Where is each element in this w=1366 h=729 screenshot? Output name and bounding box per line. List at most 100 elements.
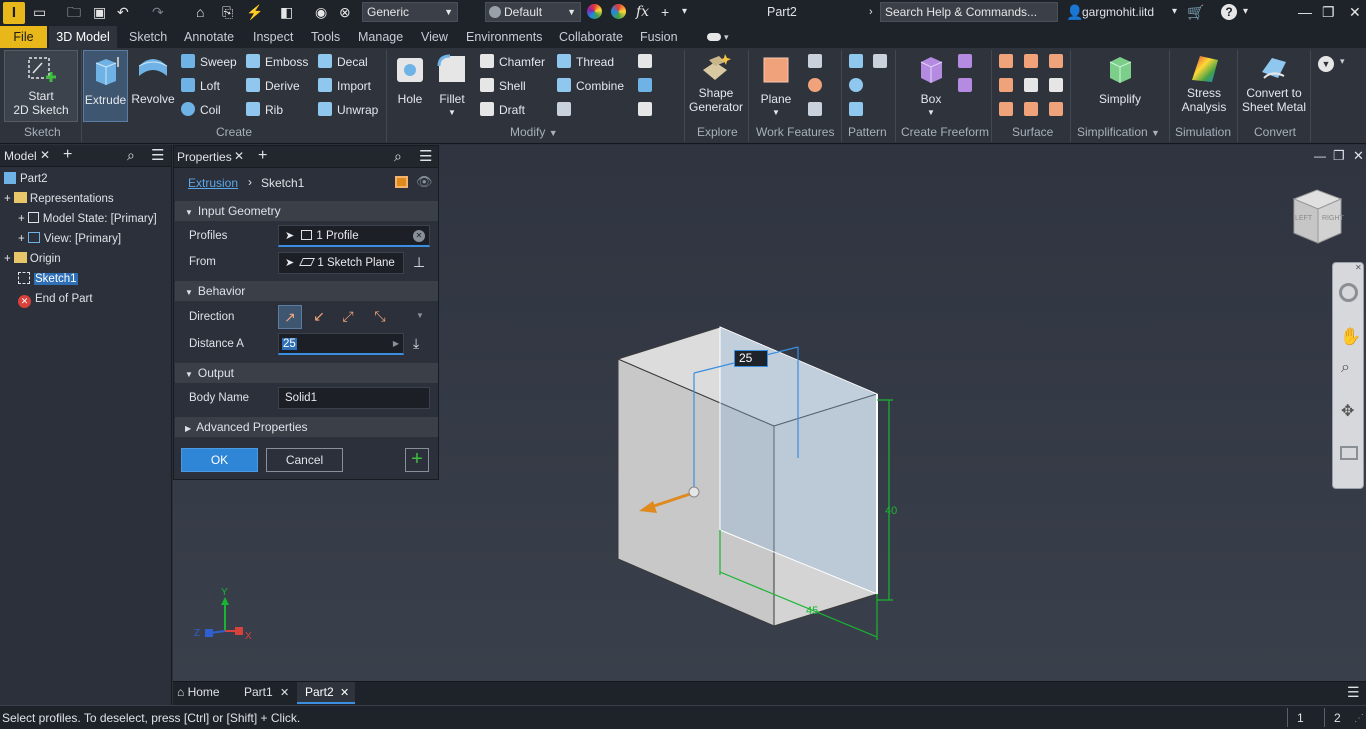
appearance-toggle-icon[interactable]: ◉ [315,4,327,20]
help-chevron-icon[interactable]: ▾ [1243,4,1248,20]
close-window-icon[interactable]: ✕ [1349,4,1361,20]
sculpt-button[interactable] [999,102,1018,118]
measure-icon[interactable]: ⎘ [222,4,233,20]
start-2d-sketch-button[interactable]: Start 2D Sketch [4,50,78,122]
doc-tab-part1[interactable]: Part1 ✕ [244,685,289,699]
customize-icon[interactable]: ▾ [682,4,687,20]
distance-a-input[interactable]: 25 ▶ [278,333,404,355]
tab-view[interactable]: View [421,29,448,45]
convert-sheet-metal-button[interactable]: Convert to Sheet Metal [1240,50,1308,122]
doc-tab-part2[interactable]: Part2 ✕ [297,682,355,704]
cancel-button[interactable]: Cancel [266,448,343,472]
tab-fusion[interactable]: Fusion [640,29,678,45]
look-at-icon[interactable] [1340,446,1358,460]
tree-item-origin[interactable]: + Origin [4,252,61,266]
steering-wheel-icon[interactable] [1339,283,1358,302]
distance-arrow-icon[interactable]: ▶ [393,334,399,354]
new-file-icon[interactable]: ▭ [33,4,46,20]
extrude-button[interactable]: Extrude [83,50,128,122]
app-logo[interactable]: I [3,2,25,24]
search-icon[interactable]: ⌕ [127,147,135,164]
coil-button[interactable]: Coil [181,102,221,118]
direction-flipped-button[interactable]: ↙ [307,305,331,329]
orbit-icon[interactable]: ✥ [1341,401,1354,421]
restore-icon[interactable]: ❐ [1322,4,1335,20]
add-tab-icon[interactable]: + [258,147,267,165]
redo-icon[interactable]: ↷ [152,4,164,20]
appearance-dropdown[interactable]: Generic ▼ [362,2,458,22]
cart-icon[interactable]: 🛒 [1187,4,1204,20]
direction-symmetric-button[interactable]: ⤢ [336,305,360,329]
plane-button[interactable]: Plane ▼ [754,50,798,122]
user-chevron-icon[interactable]: ▾ [1172,4,1177,20]
nav-close-icon[interactable]: ✕ [1355,263,1362,272]
patch-button[interactable] [1024,54,1043,70]
material-dropdown[interactable]: Default ▼ [485,2,581,22]
resize-grip-icon[interactable]: ⋰ [1354,713,1364,724]
modify-chevron-icon[interactable]: ▼ [549,128,558,138]
add-icon[interactable]: + [661,4,669,20]
replace-face-button[interactable] [1049,78,1068,94]
menu-icon[interactable]: ☰ [151,146,164,164]
ok-button[interactable]: OK [181,448,258,472]
add-tab-icon[interactable]: + [63,146,72,164]
manipulator-handle[interactable] [688,486,700,498]
user-name[interactable]: gargmohit.iitd [1082,5,1154,19]
direction-default-button[interactable]: ↗ [278,305,302,329]
derive-button[interactable]: Derive [246,78,300,94]
save-icon[interactable]: ▣ [93,4,106,20]
menu-icon[interactable]: ☰ [419,147,432,165]
copy-object-button[interactable] [638,78,657,94]
ucs-button[interactable] [808,102,827,118]
user-icon[interactable]: 👤 [1066,4,1083,20]
update-icon[interactable]: ⚡ [246,4,263,20]
close-tab-icon[interactable]: ✕ [280,687,289,699]
home-icon[interactable]: ⌂ [196,4,204,20]
preset-icon[interactable] [395,176,408,188]
split-button[interactable] [557,102,576,118]
shape-generator-button[interactable]: Shape Generator [686,50,746,122]
ribbon-options-chevron-icon[interactable]: ▾ [1340,56,1345,67]
tab-tools[interactable]: Tools [311,29,340,45]
ribbon-display-chevron-icon[interactable]: ▾ [724,29,729,45]
thread-button[interactable]: Thread [557,54,614,70]
point-button[interactable] [808,78,827,94]
tab-annotate[interactable]: Annotate [184,29,234,45]
minimize-icon[interactable]: — [1298,4,1312,20]
breadcrumb-extrusion-link[interactable]: Extrusion [188,176,238,190]
tab-inspect[interactable]: Inspect [253,29,293,45]
undo-icon[interactable]: ↶ [117,4,129,20]
delete-face-button[interactable] [638,102,657,118]
draft-button[interactable]: Draft [480,102,525,118]
tree-item-model-state[interactable]: + Model State: [Primary] [18,212,157,226]
flip-direction-icon[interactable]: ⊥ [413,254,425,271]
tab-manage[interactable]: Manage [358,29,403,45]
function-icon[interactable]: fx [636,4,649,20]
combine-button[interactable]: Combine [557,78,624,94]
tab-3d-model[interactable]: 3D Model [49,26,117,48]
chamfer-button[interactable]: Chamfer [480,54,545,70]
from-selector[interactable]: ➤ 1 Sketch Plane [278,252,404,274]
search-help-input[interactable]: Search Help & Commands... [880,2,1058,22]
depth-value-box[interactable]: 25 [734,350,768,367]
face-freeform-button[interactable] [958,54,977,70]
circular-pattern-button[interactable] [849,78,868,94]
direction-more-chevron-icon[interactable]: ▼ [416,311,424,320]
ribbon-display-toggle-icon[interactable] [707,33,721,41]
tree-item-end-of-part[interactable]: ✕ End of Part [18,292,93,308]
import-button[interactable]: Import [318,78,371,94]
simplification-chevron-icon[interactable]: ▼ [1151,128,1160,138]
move-face-button[interactable] [638,54,657,70]
shell-button[interactable]: Shell [480,78,526,94]
clear-appearance-icon[interactable] [611,4,626,19]
tree-item-representations[interactable]: + Representations [4,192,114,206]
sweep-button[interactable]: Sweep [181,54,237,70]
body-name-input[interactable]: Solid1 [278,387,430,409]
convert-freeform-button[interactable] [958,78,977,94]
rib-button[interactable]: Rib [246,102,283,118]
stitch-button[interactable] [999,78,1018,94]
extend-button[interactable] [1024,102,1043,118]
ribbon-options-icon[interactable]: ▼ [1318,56,1334,72]
section-input-geometry[interactable]: ▼ Input Geometry [175,201,438,221]
measure-to-icon[interactable]: ⤓ [413,335,419,352]
